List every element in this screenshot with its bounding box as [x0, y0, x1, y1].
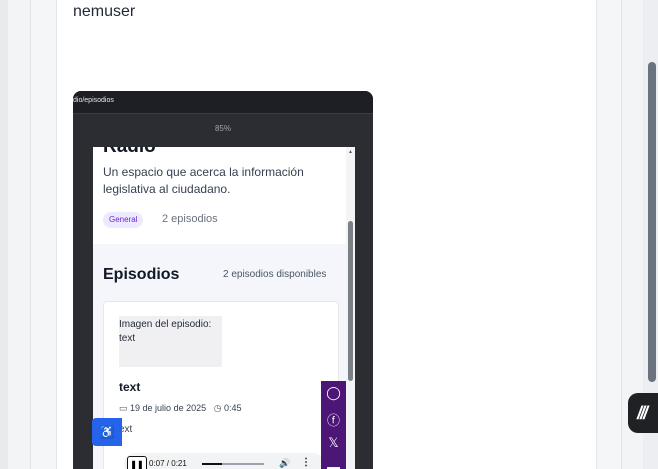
episode-meta: ▭ 19 de julio de 2025 ◷ 0:45 [119, 403, 242, 414]
page-scroll-thumb[interactable] [348, 221, 353, 381]
facebook-icon[interactable]: ⓕ [321, 410, 346, 429]
address-bar: dio/episodios [73, 91, 373, 114]
player-time: 0:07 / 0:21 [149, 459, 187, 468]
clock-icon: ◷ [213, 403, 222, 413]
episode-image: Imagen del episodio: text [119, 316, 222, 367]
share-bar: ◯ ⓕ 𝕏 ▬ [321, 381, 346, 469]
calendar-icon: ▭ [119, 403, 128, 413]
floating-app-icon[interactable]: /// [628, 393, 658, 433]
post-author[interactable]: nemuser [73, 3, 135, 21]
zoom-level: 85% [214, 124, 231, 133]
episode-count: 2 episodios [162, 213, 218, 225]
radio-description: Un espacio que acerca la información leg… [103, 165, 304, 196]
radio-header: Radio Un espacio que acerca la informaci… [93, 147, 355, 244]
category-tag[interactable]: General [103, 212, 144, 228]
radio-title: Radio [103, 147, 156, 158]
accessibility-icon[interactable]: ♿ [92, 418, 122, 446]
address-url: dio/episodios [73, 97, 114, 104]
player-progress-fill [202, 463, 223, 465]
player-progress[interactable] [202, 463, 264, 465]
x-icon[interactable]: 𝕏 [321, 435, 346, 451]
episode-card[interactable]: Imagen del episodio: text text ▭ 19 de j… [103, 301, 339, 469]
embedded-screenshot: dio/episodios 85% Radio Un espacio que a… [73, 91, 373, 469]
episode-date: 19 de julio de 2025 [130, 403, 207, 413]
chat-icon[interactable]: ◯ [321, 385, 346, 401]
more-options-icon[interactable]: ⋮ [301, 457, 311, 468]
episode-duration: 0:45 [224, 403, 242, 413]
episodes-heading: Episodios [103, 266, 180, 283]
pause-icon[interactable]: ❚❚ [127, 456, 147, 469]
volume-icon[interactable]: 🔊 [279, 458, 290, 469]
embedded-page: Radio Un espacio que acerca la informaci… [93, 147, 355, 469]
episodes-section: Episodios 2 episodios disponibles Imagen… [93, 244, 355, 469]
audio-player[interactable]: ❚❚ 0:07 / 0:21 🔊 ⋮ [124, 453, 324, 469]
share-more-icon[interactable]: ▬ [321, 459, 346, 469]
episode-title[interactable]: text [119, 380, 140, 394]
episode-image-alt: Imagen del episodio: text [119, 319, 212, 344]
left-gutter [0, 0, 8, 469]
page-scrollbar[interactable]: ▲ [346, 147, 355, 469]
page-scroll-thumb-main[interactable] [648, 62, 656, 382]
scroll-up-arrow-icon[interactable]: ▲ [348, 149, 353, 155]
episodes-available: 2 episodios disponibles [223, 269, 327, 280]
